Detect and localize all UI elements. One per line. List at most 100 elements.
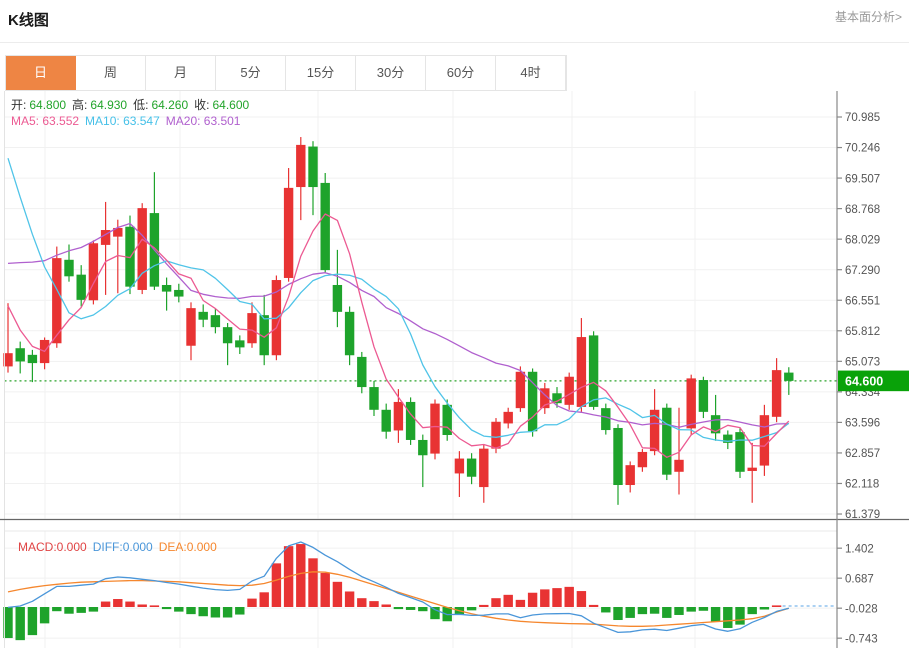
macd-bar [613, 607, 623, 621]
macd-bar [15, 607, 25, 641]
macd-bar [723, 607, 733, 628]
ohlc-high: 高: 64.930 [72, 96, 130, 113]
macd-bar [198, 607, 208, 617]
axis-tick-label: 65.812 [845, 326, 880, 338]
ohlc-low: 低: 64.260 [133, 96, 191, 113]
axis-tick-label: 70.985 [845, 112, 880, 124]
ma-legend-ma20-text: MA20: 63.501 [165, 114, 241, 128]
macd-bar [381, 604, 391, 607]
candle-body [686, 378, 696, 429]
macd-bar [662, 607, 672, 618]
macd-bar [503, 594, 513, 607]
candle-body [784, 372, 794, 381]
axis-tick-label: 62.118 [845, 479, 879, 491]
macd-bar [674, 607, 684, 615]
macd-legend-dea-text: DEA:0.000 [158, 540, 217, 554]
ohlc-open-value: 64.800 [29, 98, 67, 112]
candle-body [625, 465, 635, 486]
macd-bar [259, 592, 269, 607]
macd-legend-macd: MACD:0.000 [18, 540, 90, 554]
macd-bar [174, 607, 184, 612]
macd-bar [369, 601, 379, 607]
candle-body [283, 187, 294, 278]
macd-bar [466, 607, 477, 611]
candle-body [247, 313, 257, 344]
macd-legend: MACD:0.000 DIFF:0.000 DEA:0.000 [18, 540, 223, 554]
ma-legend-ma20: MA20: 63.501 [166, 114, 244, 128]
candle-body [759, 415, 770, 466]
macd-legend-macd-text: MACD:0.000 [18, 540, 87, 554]
macd-bar [491, 598, 501, 607]
macd-bar [479, 604, 489, 607]
axis-tick-label: 63.596 [845, 418, 880, 430]
diff-line [7, 541, 789, 634]
macd-bar [88, 607, 99, 612]
macd-bar [149, 605, 160, 607]
candle-body [662, 407, 672, 475]
macd-bar [39, 607, 50, 624]
candle-body [491, 421, 501, 449]
candle-body [454, 458, 465, 474]
macd-bar [418, 607, 428, 612]
macd-bar [771, 605, 782, 607]
macd-bar [698, 607, 709, 611]
macd-bar [735, 607, 745, 625]
macd-legend-dea: DEA:0.000 [159, 540, 220, 554]
axis-tick-label: -0.743 [845, 633, 878, 645]
candle-body [296, 144, 306, 188]
macd-bar [64, 607, 74, 614]
candle-body [235, 340, 245, 348]
ma-legend-ma10: MA10: 63.547 [85, 114, 163, 128]
macd-bar [588, 604, 599, 607]
ohlc-low-value: 64.260 [151, 98, 189, 112]
candle-body [332, 284, 343, 312]
candle-body [15, 348, 25, 362]
candle-body [174, 289, 184, 297]
macd-bar [125, 601, 135, 607]
macd-bar [540, 589, 550, 607]
axis-tick-label: 67.290 [845, 265, 880, 277]
candle-body [503, 411, 513, 424]
macd-bar [161, 607, 172, 610]
candle-body [393, 401, 404, 431]
ma-legend-ma5-text: MA5: 63.552 [11, 114, 80, 128]
ma-legend-ma10-text: MA10: 63.547 [85, 114, 160, 128]
candle-body [161, 284, 172, 292]
ohlc-low-label: 低: [133, 98, 149, 112]
macd-bar [649, 607, 660, 614]
candle-body [771, 370, 782, 417]
macd-bar [247, 598, 257, 607]
candle-body [405, 401, 416, 440]
macd-bar [710, 607, 721, 622]
axis-tick-label: 66.551 [845, 295, 880, 307]
macd-bar [235, 607, 245, 615]
ohlc-close: 收: 64.600 [194, 96, 252, 113]
candle-body [588, 335, 599, 407]
candle-body [674, 459, 684, 472]
candle-body [357, 356, 367, 388]
axis-tick-label: -0.028 [845, 603, 878, 615]
candle-body [564, 376, 574, 405]
axis-tick-label: 1.402 [845, 543, 874, 555]
macd-bar [564, 586, 574, 607]
macd-bar [515, 599, 526, 607]
ohlc-open: 开: 64.800 [11, 96, 69, 113]
macd-bar [186, 607, 196, 615]
macd-bar [357, 598, 367, 607]
macd-bar [747, 607, 757, 615]
candle-body [369, 387, 379, 410]
macd-legend-diff: DIFF:0.000 [93, 540, 156, 554]
candle-body [381, 409, 391, 432]
candle-body [308, 146, 318, 188]
macd-bar [552, 588, 562, 607]
candle-body [466, 458, 477, 477]
candle-body [222, 327, 233, 344]
candle-body [601, 408, 611, 431]
macd-bar [27, 607, 38, 636]
candle-body [576, 337, 587, 407]
axis-tick-label: 61.379 [845, 509, 880, 521]
candle-body [76, 274, 86, 300]
macd-bar [576, 591, 587, 607]
current-price-tag-value: 64.600 [845, 374, 883, 388]
axis-tick-label: 68.768 [845, 204, 880, 216]
